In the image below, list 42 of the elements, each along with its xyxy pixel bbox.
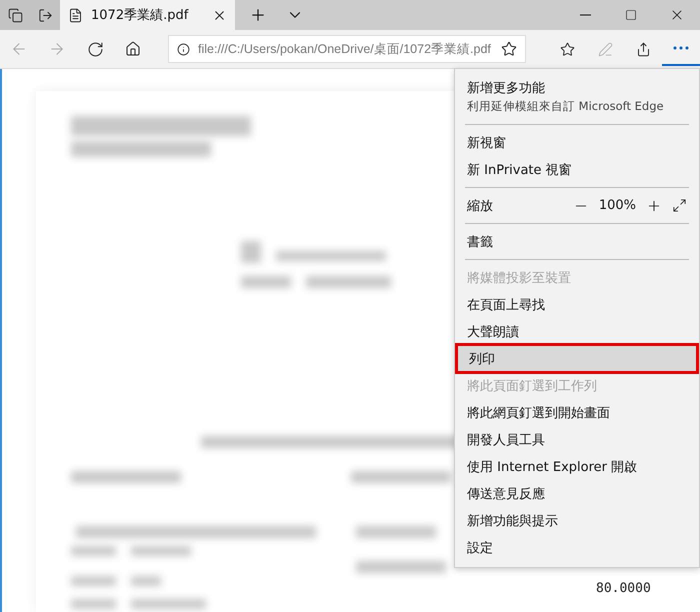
set-aside-tabs-button[interactable] bbox=[30, 0, 60, 30]
menu-item[interactable]: 在頁面上尋找 bbox=[455, 291, 699, 318]
menu-item[interactable]: 設定 bbox=[455, 534, 699, 561]
tab-manager-button[interactable] bbox=[0, 0, 30, 30]
menu-item[interactable]: 新增更多功能 利用延伸模組來自訂 Microsoft Edge bbox=[455, 75, 699, 120]
menu-item-description: 利用延伸模組來自訂 Microsoft Edge bbox=[467, 99, 665, 114]
pdf-file-icon bbox=[68, 8, 83, 22]
menu-item[interactable]: 大聲朗讀 bbox=[455, 318, 699, 345]
address-field[interactable]: file:///C:/Users/pokan/OneDrive/桌面/1072季業績.pdf bbox=[168, 35, 526, 63]
menu-item[interactable]: 新視窗 bbox=[455, 129, 699, 156]
blurred-text-drawing bbox=[241, 276, 291, 288]
blurred-text-drawing bbox=[71, 576, 116, 586]
blurred-text-drawing bbox=[131, 546, 191, 556]
blurred-text-drawing bbox=[241, 241, 261, 263]
maximize-icon bbox=[625, 9, 637, 21]
menu-item[interactable]: 列印 bbox=[457, 345, 697, 372]
menu-item[interactable]: 新增功能與提示 bbox=[455, 507, 699, 534]
zoom-value: 100% bbox=[598, 198, 636, 213]
info-icon bbox=[177, 42, 190, 56]
full-screen-icon[interactable] bbox=[672, 198, 687, 213]
star-icon bbox=[560, 42, 574, 56]
menu-item[interactable]: 新 InPrivate 視窗 bbox=[455, 156, 699, 183]
more-icon bbox=[673, 46, 689, 50]
pen-icon bbox=[598, 42, 612, 56]
share-icon bbox=[636, 42, 650, 56]
browser-tab[interactable]: 1072季業績.pdf bbox=[60, 0, 235, 30]
menu-item[interactable]: 傳送意見反應 bbox=[455, 480, 699, 507]
menu-item-title: 新增更多功能 bbox=[467, 80, 546, 97]
zoom-label: 縮放 bbox=[467, 198, 494, 214]
blurred-text-drawing bbox=[131, 576, 161, 586]
home-icon bbox=[125, 41, 141, 57]
stacked-squares-icon bbox=[8, 8, 22, 22]
blurred-text-drawing bbox=[71, 546, 116, 556]
minimize-icon bbox=[580, 14, 590, 16]
star-icon bbox=[501, 41, 517, 57]
menu-item[interactable]: 使用 Internet Explorer 開啟 bbox=[455, 453, 699, 480]
amount-text: 80.0000 bbox=[596, 581, 651, 596]
menu-item[interactable]: 書籤 bbox=[455, 228, 699, 255]
blurred-text-drawing bbox=[71, 599, 116, 609]
refresh-icon bbox=[86, 40, 104, 58]
menu-item[interactable]: 開發人員工具 bbox=[455, 426, 699, 453]
menu-item[interactable]: 將此網頁釘選到開始畫面 bbox=[455, 399, 699, 426]
